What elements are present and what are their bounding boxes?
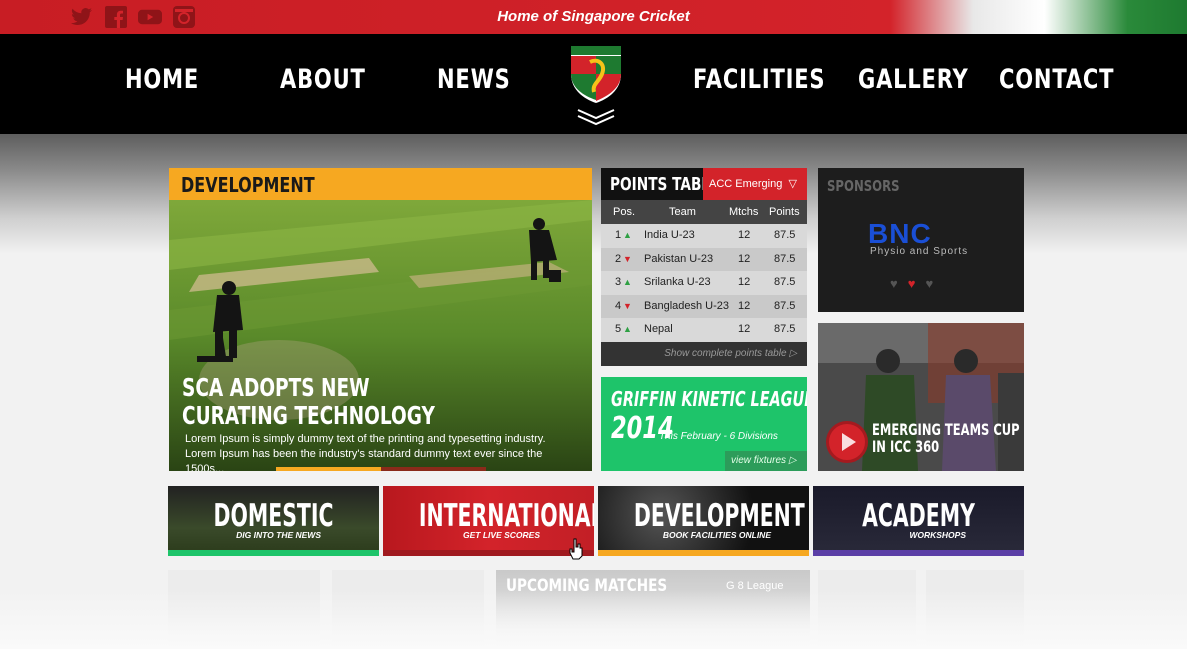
top-bar: Home of Singapore Cricket xyxy=(0,0,1187,34)
category-title: DOMESTIC xyxy=(213,498,334,534)
category-color-bar xyxy=(168,550,379,556)
sponsors-title: SPONSORS xyxy=(827,177,900,195)
points-table-header: POINTS TABLE ACC Emerging ▽ xyxy=(601,168,807,200)
row-team: Bangladesh U-23 xyxy=(644,299,730,312)
row-position: 1 xyxy=(615,229,622,241)
nav-home[interactable]: HOME xyxy=(125,64,199,95)
category-tile-academy[interactable]: ACADEMY WORKSHOPS xyxy=(813,486,1024,556)
video-caption: EMERGING TEAMS CUP IN ICC 360 xyxy=(872,420,1020,456)
row-points: 87.5 xyxy=(774,229,796,241)
points-table: POINTS TABLE ACC Emerging ▽ Pos. Team Mt… xyxy=(601,168,807,366)
view-fixtures-link[interactable]: view fixtures ▷ xyxy=(725,451,807,471)
col-matches: Mtchs xyxy=(729,206,759,218)
hand-cursor-icon xyxy=(569,538,583,560)
nav-facilities[interactable]: FACILITIES xyxy=(693,64,825,95)
trend-up-icon: ▲ xyxy=(623,277,632,288)
category-title: ACADEMY xyxy=(862,498,975,534)
development-feature[interactable]: DEVELOPMENT SCA ADOPTS NEW CURATING TECH… xyxy=(169,168,592,471)
row-points: 87.5 xyxy=(774,276,796,289)
griffin-league-card[interactable]: GRIFFIN KINETIC LEAGUE 2014 This Februar… xyxy=(601,377,807,471)
bottom-fade xyxy=(0,590,1187,649)
site-tagline: Home of Singapore Cricket xyxy=(497,8,690,25)
category-subtitle: DIG INTO THE NEWS xyxy=(236,530,321,540)
row-points: 87.5 xyxy=(774,252,796,265)
feature-section-title: DEVELOPMENT xyxy=(181,173,315,197)
nav-gallery[interactable]: GALLERY xyxy=(858,64,969,95)
trend-up-icon: ▲ xyxy=(623,230,632,240)
row-matches: 12 xyxy=(738,323,751,336)
category-tile-domestic[interactable]: DOMESTIC DIG INTO THE NEWS xyxy=(168,486,379,556)
chevron-down-icon: ▽ xyxy=(788,178,797,190)
trend-up-icon: ▲ xyxy=(623,324,632,335)
sca-logo-crest[interactable] xyxy=(568,44,624,104)
nav-news[interactable]: NEWS xyxy=(437,64,511,95)
row-team: Pakistan U-23 xyxy=(644,252,714,265)
feature-header: DEVELOPMENT xyxy=(169,168,592,200)
league-title: GRIFFIN KINETIC LEAGUE xyxy=(611,387,807,411)
category-tile-international[interactable]: INTERNATIONAL GET LIVE SCORES xyxy=(383,486,594,556)
row-points: 87.5 xyxy=(774,299,796,312)
feature-slider-indicator[interactable] xyxy=(169,467,592,471)
points-table-row: 3 ▲ Srilanka U-23 12 87.5 xyxy=(601,271,807,295)
play-arrow-icon: ▷ xyxy=(788,455,797,466)
nav-contact[interactable]: CONTACT xyxy=(999,64,1114,95)
show-complete-points-link[interactable]: Show complete points table ▷ xyxy=(601,342,807,366)
row-position: 4 xyxy=(615,299,622,312)
row-matches: 12 xyxy=(738,229,751,241)
row-matches: 12 xyxy=(738,299,751,312)
category-subtitle: GET LIVE SCORES xyxy=(463,530,540,540)
row-position: 3 xyxy=(615,276,622,289)
trend-down-icon: ▼ xyxy=(623,300,632,311)
row-matches: 12 xyxy=(738,276,751,289)
category-subtitle: WORKSHOPS xyxy=(909,530,966,540)
points-table-row: 4 ▼ Bangladesh U-23 12 87.5 xyxy=(601,294,807,319)
tournament-select[interactable]: ACC Emerging ▽ xyxy=(703,168,807,200)
col-team: Team xyxy=(669,206,696,218)
sponsors-card: SPONSORS BNC Physio and Sports ♥ ♥ ♥ xyxy=(818,168,1024,312)
sponsor-tagline: Physio and Sports xyxy=(870,246,969,257)
row-points: 87.5 xyxy=(774,323,796,336)
category-title: INTERNATIONAL xyxy=(418,498,594,534)
feature-headline[interactable]: SCA ADOPTS NEW CURATING TECHNOLOGY xyxy=(182,374,478,430)
play-button[interactable] xyxy=(826,421,868,463)
row-team: Srilanka U-23 xyxy=(644,276,711,289)
row-team: India U-23 xyxy=(644,229,695,241)
trend-down-icon: ▼ xyxy=(623,253,632,264)
points-table-row: 1 ▲ India U-23 12 87.5 xyxy=(601,224,807,248)
row-team: Nepal xyxy=(644,323,673,336)
video-card[interactable]: EMERGING TEAMS CUP IN ICC 360 xyxy=(818,323,1024,471)
category-color-bar xyxy=(383,550,594,556)
nav-about[interactable]: ABOUT xyxy=(280,64,366,95)
row-matches: 12 xyxy=(738,252,751,265)
category-subtitle: BOOK FACILITIES ONLINE xyxy=(662,530,771,540)
row-position: 2 xyxy=(615,252,622,265)
play-arrow-icon: ▷ xyxy=(789,348,797,359)
points-table-row: 2 ▼ Pakistan U-23 12 87.5 xyxy=(601,247,807,272)
chevron-down-icon[interactable] xyxy=(576,108,616,126)
league-subtitle: This February - 6 Divisions xyxy=(659,431,778,442)
row-position: 5 xyxy=(615,323,622,336)
heart-icon[interactable]: ♥ xyxy=(890,276,898,291)
sponsor-carousel-dots: ♥ ♥ ♥ xyxy=(890,276,933,291)
category-title: DEVELOPMENT xyxy=(633,498,805,534)
category-color-bar xyxy=(598,550,809,556)
heart-icon[interactable]: ♥ xyxy=(925,276,933,291)
col-pos: Pos. xyxy=(613,206,636,218)
heart-icon-active[interactable]: ♥ xyxy=(908,276,916,291)
category-color-bar xyxy=(813,550,1024,556)
tournament-select-value: ACC Emerging xyxy=(709,178,783,190)
points-table-columns: Pos. Team Mtchs Points xyxy=(601,200,807,224)
feature-description: Lorem Ipsum is simply dummy text of the … xyxy=(185,433,546,471)
points-table-row: 5 ▲ Nepal 12 87.5 xyxy=(601,318,807,342)
col-points: Points xyxy=(769,206,800,218)
category-tile-development[interactable]: DEVELOPMENT BOOK FACILITIES ONLINE xyxy=(598,486,809,556)
cricket-pitch-photo xyxy=(169,200,592,471)
